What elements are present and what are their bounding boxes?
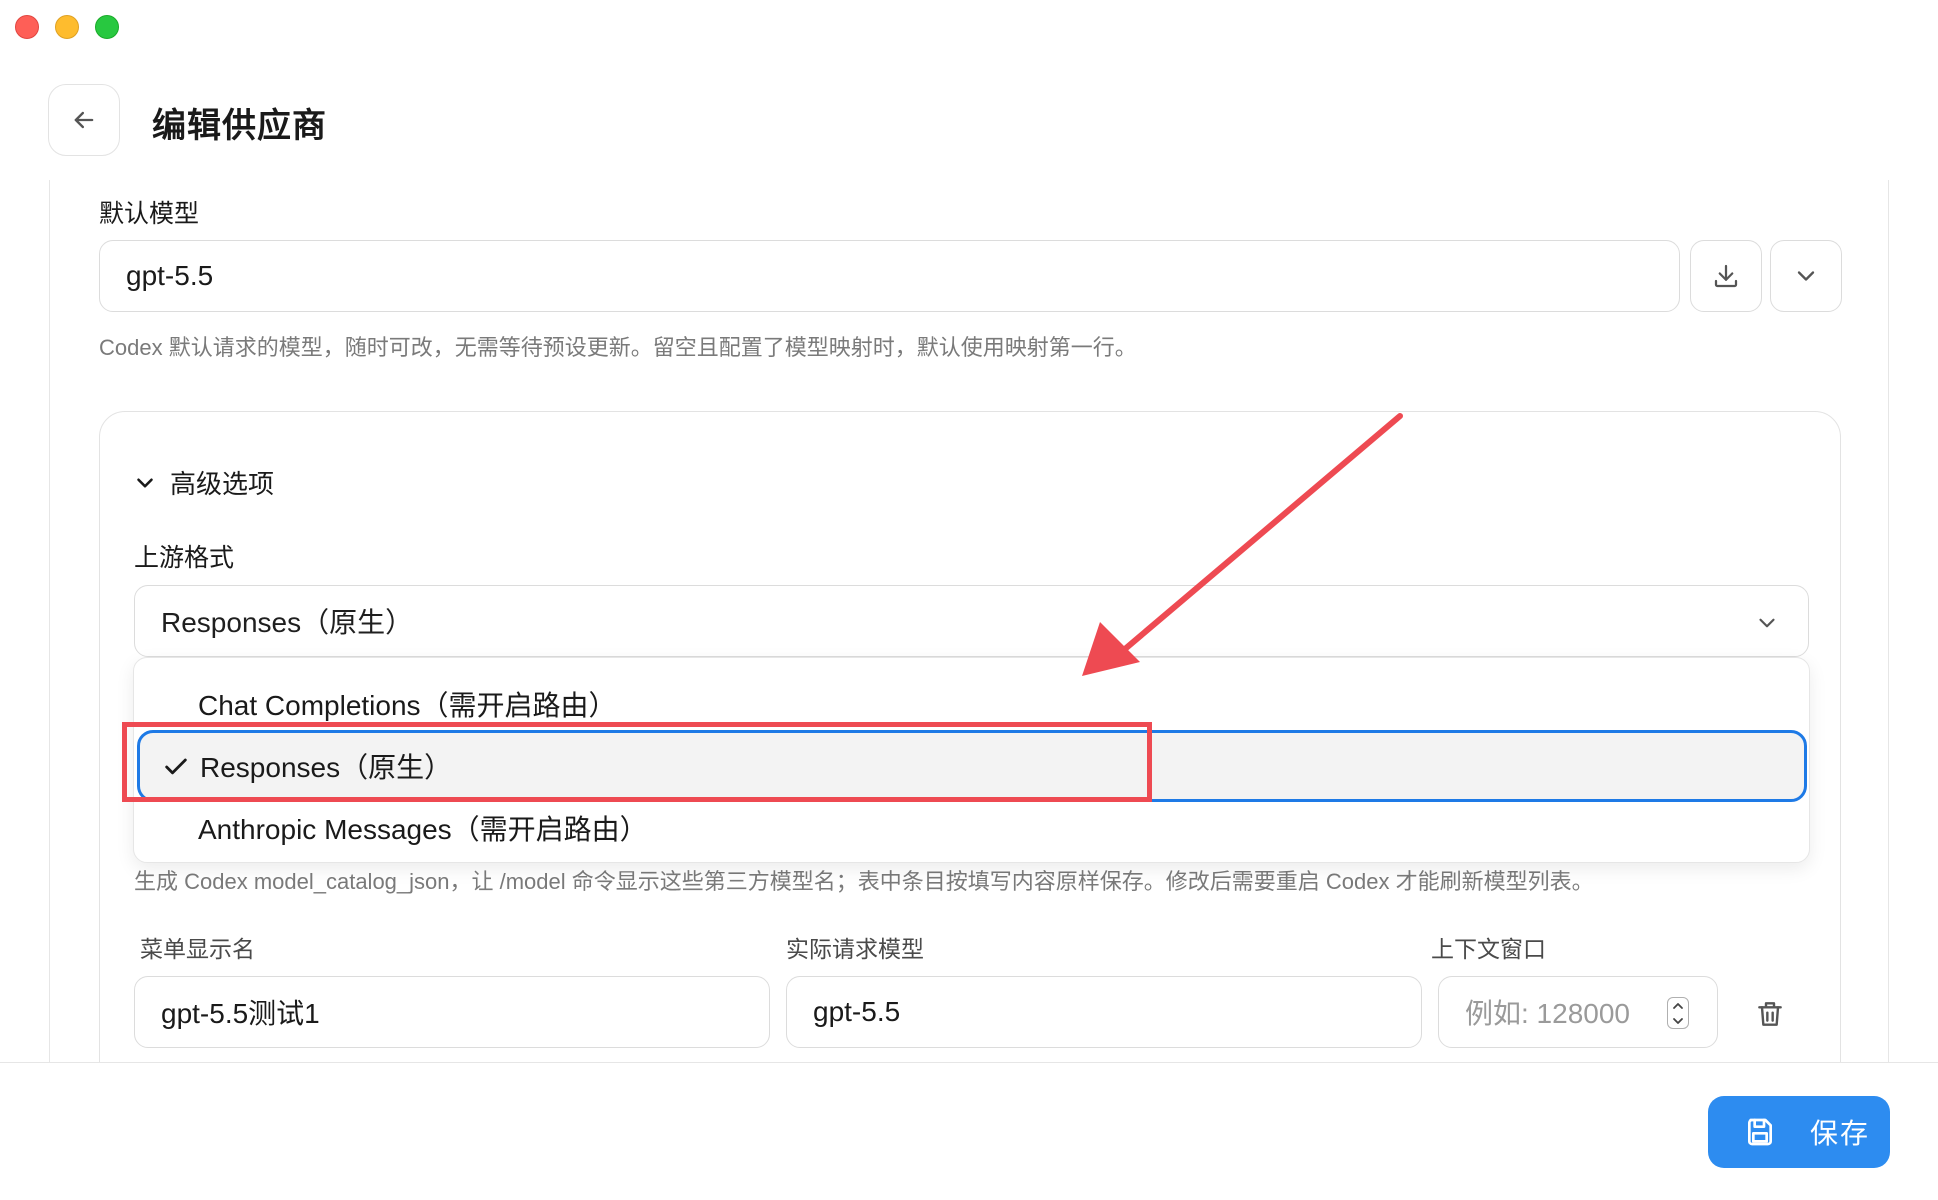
arrow-left-icon [74, 111, 94, 129]
display-name-input[interactable]: gpt-5.5测试1 [134, 976, 770, 1048]
save-label: 保存 [1810, 1118, 1871, 1149]
window-titlebar [0, 0, 1938, 60]
back-button[interactable] [48, 84, 120, 156]
model-catalog-hint: 生成 Codex model_catalog_json，让 /model 命令显… [134, 869, 1594, 894]
default-model-label: 默认模型 [99, 200, 200, 228]
column-display-name: 菜单显示名 [140, 936, 255, 962]
download-icon [1714, 264, 1738, 288]
upstream-format-label: 上游格式 [134, 544, 235, 572]
form-content[interactable]: 默认模型 gpt-5.5 Codex 默认请求的模型，随时可改，无需等待预设更新… [49, 180, 1889, 1063]
chevron-down-icon [1797, 271, 1815, 281]
context-window-input[interactable]: 例如: 128000 [1438, 976, 1718, 1048]
stepper-up-icon[interactable] [1672, 1002, 1684, 1010]
model-dropdown-button[interactable] [1770, 240, 1842, 312]
fetch-models-button[interactable] [1690, 240, 1762, 312]
stepper-down-icon[interactable] [1672, 1017, 1684, 1025]
context-window-placeholder: 例如: 128000 [1465, 998, 1630, 1029]
upstream-format-select[interactable]: Responses（原生） [134, 585, 1809, 657]
request-model-input[interactable]: gpt-5.5 [786, 976, 1422, 1048]
number-stepper[interactable] [1667, 997, 1689, 1029]
chevron-down-icon [137, 477, 153, 488]
save-button[interactable]: 保存 [1708, 1096, 1890, 1168]
page-title: 编辑供应商 [152, 107, 327, 145]
request-model-value: gpt-5.5 [813, 996, 901, 1027]
option-anthropic-messages[interactable]: Anthropic Messages（需开启路由） [134, 798, 1809, 858]
advanced-options-toggle[interactable]: 高级选项 [132, 464, 274, 501]
upstream-format-selected: Responses（原生） [161, 607, 414, 638]
window-maximize-button[interactable] [95, 15, 119, 39]
trash-icon [1758, 1002, 1782, 1026]
annotation-highlight-box [122, 722, 1152, 802]
default-model-input[interactable]: gpt-5.5 [99, 240, 1680, 312]
footer-bar [0, 1062, 1938, 1200]
delete-row-button[interactable] [1750, 994, 1790, 1034]
option-label: Anthropic Messages（需开启路由） [198, 814, 648, 845]
advanced-options-title: 高级选项 [170, 469, 275, 499]
column-context-window: 上下文窗口 [1431, 936, 1546, 962]
default-model-hint: Codex 默认请求的模型，随时可改，无需等待预设更新。留空且配置了模型映射时，… [99, 335, 1137, 360]
default-model-value: gpt-5.5 [126, 260, 214, 291]
chevron-down-icon [1759, 618, 1775, 628]
display-name-value: gpt-5.5测试1 [161, 998, 320, 1029]
floppy-disk-icon [1748, 1118, 1772, 1146]
column-request-model: 实际请求模型 [786, 936, 924, 962]
window-minimize-button[interactable] [55, 15, 79, 39]
option-label: Chat Completions（需开启路由） [198, 690, 617, 721]
window-close-button[interactable] [15, 15, 39, 39]
